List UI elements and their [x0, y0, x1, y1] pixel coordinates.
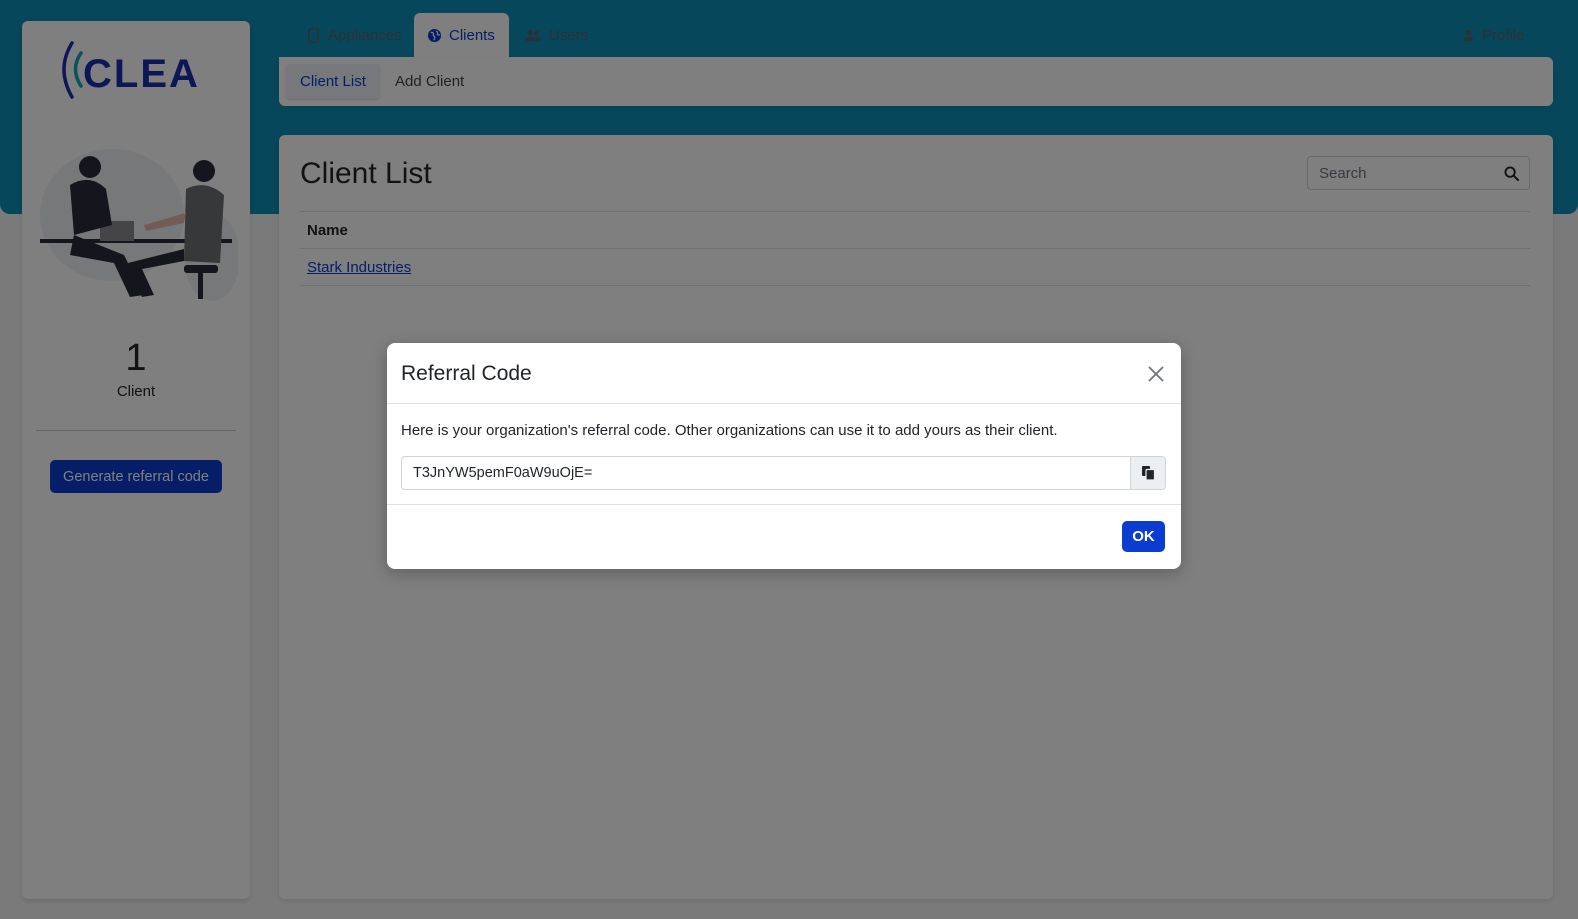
- referral-code-field[interactable]: [402, 457, 1130, 489]
- referral-code-group: [401, 456, 1166, 490]
- referral-code-modal: Referral Code Here is your organization'…: [387, 343, 1181, 569]
- modal-description: Here is your organization's referral cod…: [401, 422, 1058, 439]
- copy-icon: [1142, 466, 1155, 480]
- modal-title: Referral Code: [401, 362, 532, 385]
- modal-header: Referral Code: [387, 343, 1181, 404]
- ok-button[interactable]: OK: [1122, 521, 1165, 552]
- copy-button[interactable]: [1130, 457, 1165, 489]
- modal-footer: OK: [387, 504, 1181, 569]
- close-icon[interactable]: [1147, 365, 1165, 383]
